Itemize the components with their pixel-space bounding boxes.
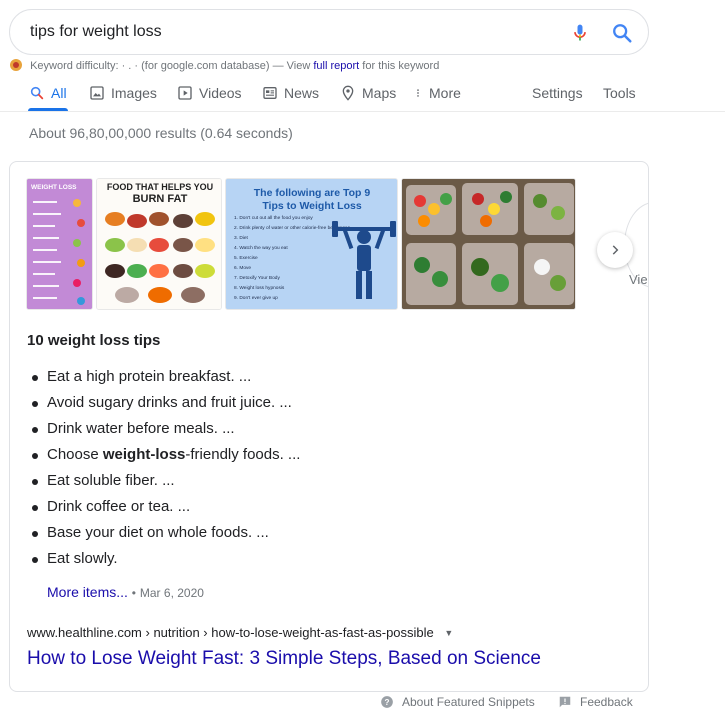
list-item: Base your diet on whole foods. ... (27, 524, 300, 550)
bullet-separator: • (131, 586, 136, 600)
full-report-link[interactable]: full report (313, 60, 359, 72)
list-item-bold: weight-loss (102, 446, 186, 463)
top-nine-tips-graphic: The following are Top 9 Tips to Weight L… (226, 179, 397, 309)
list-item-text: -friendly foods. ... (185, 446, 301, 463)
weight-loss-checklist-image[interactable]: WEIGHT LOSS (26, 178, 93, 310)
list-item: Avoid sugary drinks and fruit juice. ... (27, 394, 300, 420)
list-item: Eat a high protein breakfast. ... (27, 368, 300, 394)
help-icon: ? (381, 696, 393, 708)
image3-tip: 8. Weight loss hypnosis (234, 285, 285, 291)
tab-all-label: All (51, 85, 67, 101)
snippet-list: Eat a high protein breakfast. ... Avoid … (27, 368, 300, 576)
keyword-difficulty: Keyword difficulty: · . · (for google.co… (10, 59, 439, 72)
tab-settings-label: Settings (532, 85, 583, 101)
meal-prep-containers-image[interactable] (401, 178, 576, 310)
search-tabs: All Images Videos News Maps More Setting… (0, 76, 725, 112)
list-item: Eat soluble fiber. ... (27, 472, 300, 498)
result-breadcrumb: www.healthline.com › nutrition › how-to-… (27, 625, 453, 640)
kd-label: Keyword difficulty: (30, 60, 119, 72)
search-icon[interactable] (611, 22, 633, 44)
image2-subtitle: BURN FAT (133, 193, 188, 205)
about-snippets-label: About Featured Snippets (402, 695, 535, 709)
feedback-icon (559, 696, 571, 708)
microphone-icon[interactable] (570, 22, 590, 44)
more-items-link[interactable]: More items... (47, 584, 128, 600)
chevron-right-icon (612, 245, 619, 255)
active-tab-indicator (28, 108, 68, 111)
search-box[interactable]: tips for weight loss (9, 9, 649, 55)
snippet-title: 10 weight loss tips (27, 332, 161, 349)
more-vert-icon (417, 89, 419, 97)
image3-tip: 7. Detoxify Your Body (234, 275, 280, 281)
more-items-row: More items... • Mar 6, 2020 (47, 584, 204, 600)
tab-news[interactable]: News (262, 81, 319, 105)
tab-tools-label: Tools (603, 85, 636, 101)
list-item: Eat slowly. (27, 550, 300, 576)
fat-burning-food-image[interactable]: FOOD THAT HELPS YOU BURN FAT (96, 178, 222, 310)
kd-value: · . · (121, 60, 139, 72)
video-icon (178, 86, 192, 100)
image2-title: FOOD THAT HELPS YOU (107, 182, 213, 192)
list-item-text: Choose (47, 446, 103, 463)
kd-note: (for google.com database) — View (141, 60, 311, 72)
image3-tip: 6. Move (234, 265, 251, 271)
image3-tip: 4. Watch the way you eat (234, 245, 288, 251)
feedback-label: Feedback (580, 695, 633, 709)
snippet-date: Mar 6, 2020 (139, 586, 204, 600)
tab-tools[interactable]: Tools (603, 81, 636, 105)
tab-all[interactable]: All (29, 81, 67, 105)
tab-settings[interactable]: Settings (532, 81, 583, 105)
tab-videos[interactable]: Videos (177, 81, 242, 105)
image3-tip: 5. Exercise (234, 255, 258, 261)
results-count: About 96,80,00,000 results (0.64 seconds… (29, 125, 293, 141)
tab-maps-label: Maps (362, 85, 397, 101)
kd-tail: for this keyword (362, 60, 440, 72)
map-pin-icon (342, 85, 354, 101)
tab-news-label: News (284, 85, 320, 101)
news-icon (263, 87, 277, 99)
result-menu-caret-icon[interactable]: ▼ (444, 628, 453, 638)
image3-title: The following are Top 9 (254, 187, 371, 199)
list-item: Choose weight-loss-friendly foods. ... (27, 446, 300, 472)
feedback-button[interactable]: Feedback (558, 695, 633, 709)
list-item: Drink water before meals. ... (27, 420, 300, 446)
search-input[interactable]: tips for weight loss (30, 23, 162, 41)
result-title-link[interactable]: How to Lose Weight Fast: 3 Simple Steps,… (27, 648, 541, 670)
about-featured-snippets[interactable]: ? About Featured Snippets (380, 695, 535, 709)
result-cite: www.healthline.com › nutrition › how-to-… (27, 625, 434, 640)
image3-tip: 9. Don't ever give up (234, 295, 278, 301)
image1-title: WEIGHT LOSS (31, 184, 77, 191)
tab-videos-label: Videos (199, 85, 242, 101)
fat-burning-food-graphic: FOOD THAT HELPS YOU BURN FAT (97, 179, 221, 309)
image-icon (90, 86, 104, 100)
weight-loss-checklist-graphic: WEIGHT LOSS (27, 179, 92, 309)
tab-more-label: More (429, 85, 461, 101)
list-item: Drink coffee or tea. ... (27, 498, 300, 524)
tab-images-label: Images (111, 85, 157, 101)
image3-tip: 1. Don't cut out all the food you enjoy (234, 215, 313, 221)
view-all-label[interactable]: Vie (629, 272, 648, 287)
top-nine-tips-image[interactable]: The following are Top 9 Tips to Weight L… (225, 178, 398, 310)
tab-maps[interactable]: Maps (340, 81, 396, 105)
keyword-tool-icon (10, 59, 22, 71)
featured-snippet-card: WEIGHT LOSS FOOD THAT HELPS YOU BURN FAT (9, 161, 649, 692)
svg-text:?: ? (385, 698, 390, 707)
tab-images[interactable]: Images (89, 81, 157, 105)
carousel-next-button[interactable] (597, 232, 633, 268)
image3-tip: 3. Diet (234, 235, 249, 241)
tab-more[interactable]: More (413, 81, 461, 105)
meal-prep-graphic (402, 179, 575, 309)
image3-subtitle: Tips to Weight Loss (262, 200, 362, 212)
search-icon (30, 86, 44, 100)
